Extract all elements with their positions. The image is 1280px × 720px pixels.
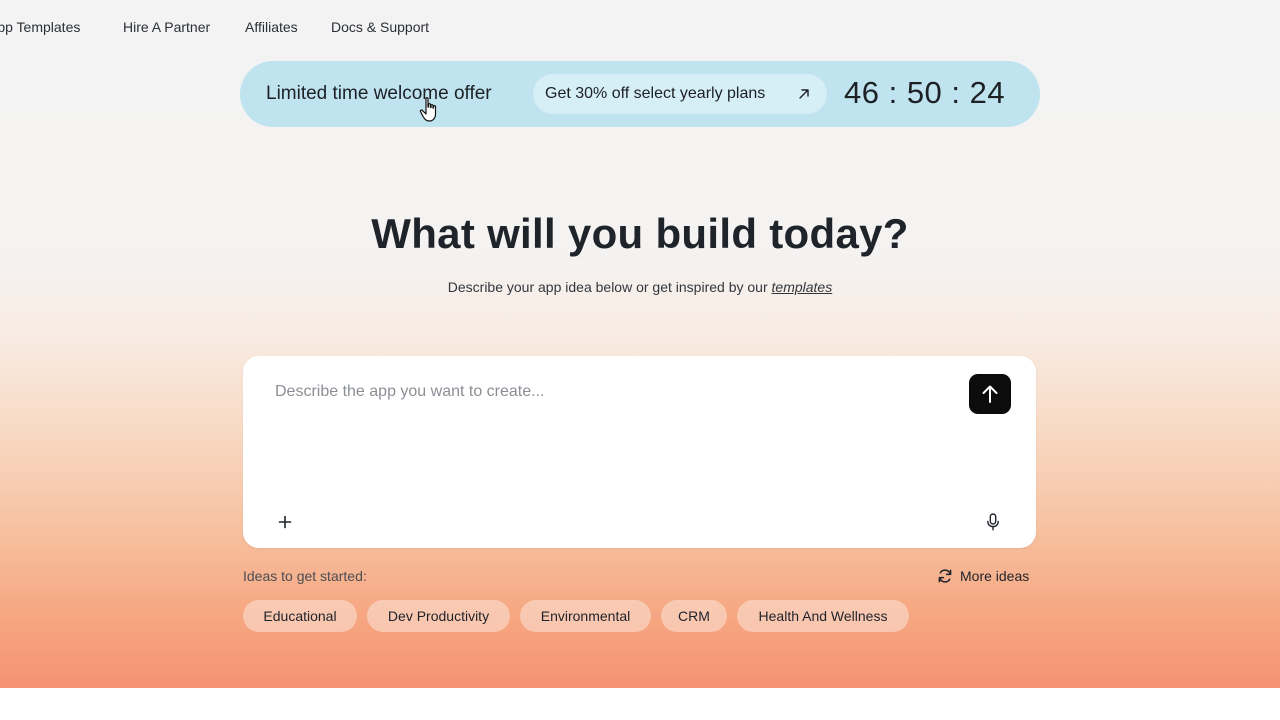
hand-cursor-icon xyxy=(419,97,437,122)
countdown-timer: 46 : 50 : 24 xyxy=(844,75,1006,110)
send-button[interactable] xyxy=(969,374,1011,414)
arrow-up-icon xyxy=(982,385,998,403)
more-ideas-button[interactable]: More ideas xyxy=(937,566,1037,586)
page-footer-strip xyxy=(0,688,1280,720)
promo-cta-label: Get 30% off select yearly plans xyxy=(545,85,766,102)
plus-icon xyxy=(278,515,292,529)
nav-app-templates[interactable]: App Templates xyxy=(0,19,80,35)
chip-educational[interactable]: Educational xyxy=(243,600,357,632)
nav-docs-support[interactable]: Docs & Support xyxy=(331,19,429,35)
arrow-ne-icon xyxy=(799,89,809,99)
more-ideas-label: More ideas xyxy=(960,568,1030,584)
templates-link[interactable]: templates xyxy=(772,279,833,295)
chip-dev-productivity[interactable]: Dev Productivity xyxy=(367,600,510,632)
microphone-icon xyxy=(987,513,999,531)
chip-health-and-wellness[interactable]: Health And Wellness xyxy=(737,600,909,632)
chip-environmental[interactable]: Environmental xyxy=(520,600,651,632)
prompt-card xyxy=(243,356,1036,548)
page-subtitle: Describe your app idea below or get insp… xyxy=(0,279,1280,295)
chip-crm[interactable]: CRM xyxy=(661,600,727,632)
attach-button[interactable] xyxy=(275,512,295,532)
ideas-label: Ideas to get started: xyxy=(243,568,367,584)
promo-cta-button[interactable]: Get 30% off select yearly plans xyxy=(533,74,827,114)
promo-banner: Limited time welcome offer Get 30% off s… xyxy=(240,61,1040,127)
page-title: What will you build today? xyxy=(371,210,909,257)
nav-hire-a-partner[interactable]: Hire A Partner xyxy=(123,19,210,35)
promo-title: Limited time welcome offer xyxy=(266,83,492,104)
subtitle-text: Describe your app idea below or get insp… xyxy=(447,279,772,295)
nav-affiliates[interactable]: Affiliates xyxy=(245,19,298,35)
app-description-input[interactable] xyxy=(275,378,955,406)
refresh-icon xyxy=(938,569,952,583)
voice-input-button[interactable] xyxy=(983,511,1003,533)
